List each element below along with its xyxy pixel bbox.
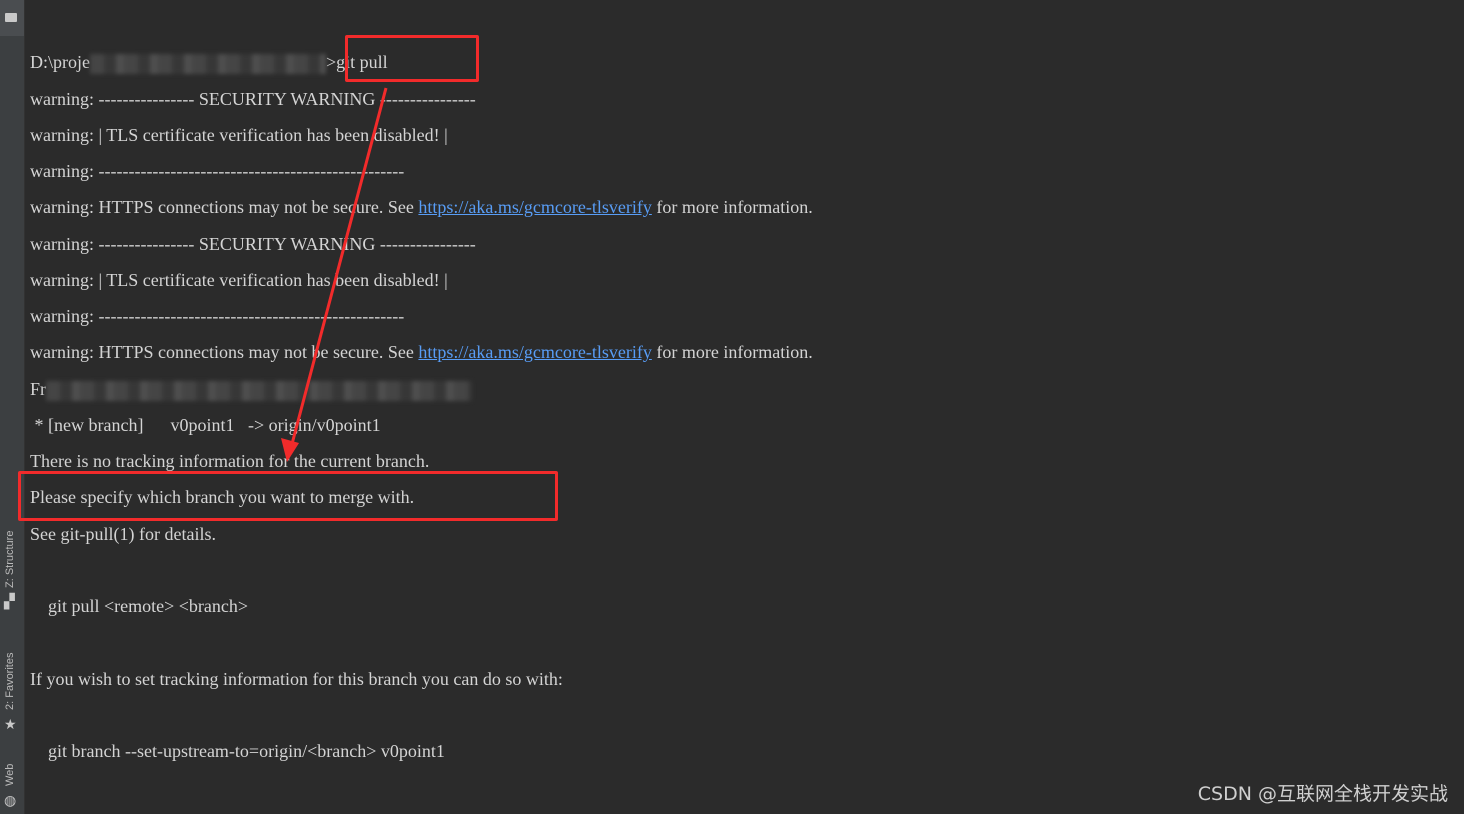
folder-icon [5, 13, 17, 22]
terminal-line: There is no tracking information for the… [30, 451, 430, 471]
terminal-line: * [new branch] v0point1 -> origin/v0poin… [30, 415, 381, 435]
line-text: warning: HTTPS connections may not be se… [30, 197, 419, 217]
tls-verify-link[interactable]: https://aka.ms/gcmcore-tlsverify [418, 342, 651, 362]
structure-icon: ▞ [4, 593, 15, 609]
line-text: for more information. [651, 342, 813, 362]
tab-web[interactable]: Web ◍ [3, 760, 21, 810]
line-text: warning: HTTPS connections may not be se… [30, 342, 419, 362]
command-text: >git pull [326, 52, 388, 72]
terminal-line: warning: -------------------------------… [30, 161, 405, 181]
terminal-output[interactable]: D:\proje >git pull warning: -------------… [30, 0, 1464, 814]
terminal-line: warning: | TLS certificate verification … [30, 270, 448, 290]
terminal-line: git branch --set-upstream-to=origin/<bra… [30, 741, 445, 761]
terminal-line: If you wish to set tracking information … [30, 669, 563, 689]
project-tool-tab[interactable]: 1 [0, 0, 24, 36]
tab-structure-label: Z: Structure [4, 530, 16, 588]
tool-window-sidebar: 1 Z: Structure ▞ 2: Favorites ★ Web ◍ [0, 0, 25, 814]
tab-web-label: Web [4, 763, 16, 786]
redacted-path [90, 53, 326, 74]
terminal-line: warning: | TLS certificate verification … [30, 125, 448, 145]
terminal-line: warning: HTTPS connections may not be se… [30, 195, 813, 219]
from-line: Fr [30, 377, 473, 401]
line-text: Fr [30, 379, 47, 399]
tls-verify-link[interactable]: https://aka.ms/gcmcore-tlsverify [418, 197, 651, 217]
terminal-line: See git-pull(1) for details. [30, 524, 216, 544]
watermark: CSDN @互联网全栈开发实战 [1197, 783, 1448, 805]
prompt-line: D:\proje >git pull [30, 50, 388, 74]
star-icon: ★ [4, 716, 17, 732]
terminal-line: warning: HTTPS connections may not be se… [30, 340, 813, 364]
terminal-line: Please specify which branch you want to … [30, 487, 415, 507]
tab-favorites-label: 2: Favorites [4, 652, 16, 710]
tab-structure[interactable]: Z: Structure ▞ [3, 520, 21, 612]
terminal-line: warning: -------------------------------… [30, 306, 405, 326]
tab-favorites[interactable]: 2: Favorites ★ [3, 640, 21, 734]
globe-icon: ◍ [4, 792, 17, 808]
terminal-line: git pull <remote> <branch> [30, 596, 249, 616]
terminal-line: warning: ---------------- SECURITY WARNI… [30, 89, 476, 109]
line-text: for more information. [651, 197, 813, 217]
redacted-remote-url [46, 380, 473, 401]
terminal-line: warning: ---------------- SECURITY WARNI… [30, 234, 476, 254]
prompt-path: D:\proje [30, 52, 90, 72]
